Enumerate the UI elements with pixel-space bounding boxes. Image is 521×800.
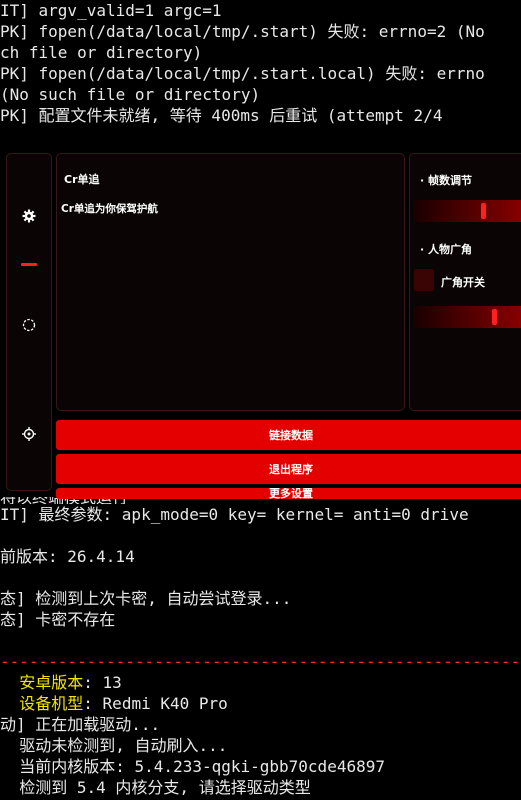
terminal-line: PK] fopen(/data/local/tmp/.start.local) … <box>0 64 485 83</box>
main-subtitle: Cr单追为你保驾护航 <box>61 203 158 215</box>
exit-program-button[interactable]: 退出程序 <box>56 454 521 484</box>
terminal-line-label: 安卓版本 <box>0 673 84 692</box>
terminal-line: IT] argv_valid=1 argc=1 <box>0 1 222 20</box>
terminal-line: PK] fopen(/data/local/tmp/.start) 失败: er… <box>0 22 485 41</box>
more-settings-button-label: 更多设置 <box>269 488 313 499</box>
terminal-line: PK] 配置文件未就绪, 等待 400ms 后重试 (attempt 2/4 <box>0 106 443 125</box>
wide-angle-section-title: · 人物广角 <box>420 243 473 256</box>
fps-section-title: · 帧数调节 <box>420 174 473 187</box>
wide-angle-slider[interactable] <box>414 306 521 328</box>
dashed-circle-icon <box>22 318 36 332</box>
sidebar-circle-button[interactable] <box>7 311 51 339</box>
terminal-line: 前版本: 26.4.14 <box>0 547 135 566</box>
sidebar-target-button[interactable] <box>7 420 51 448</box>
terminal-line-label: 设备机型 <box>0 694 84 713</box>
terminal-line: 动] 正在加载驱动... <box>0 715 161 734</box>
wide-angle-toggle-label: 广角开关 <box>441 276 485 289</box>
main-title: Cr单追 <box>64 173 100 186</box>
fps-slider-handle[interactable] <box>481 203 487 219</box>
sidebar-active-indicator[interactable] <box>7 250 51 278</box>
wide-angle-toggle[interactable] <box>414 269 434 291</box>
terminal-line: 安卓版本: 13 <box>0 672 521 693</box>
menu-sidebar <box>6 153 52 491</box>
wide-angle-slider-handle[interactable] <box>491 309 497 325</box>
terminal-line: (No such file or directory) <box>0 85 261 104</box>
crosshair-icon <box>22 427 36 441</box>
terminal-output-top: IT] argv_valid=1 argc=1 PK] fopen(/data/l… <box>0 0 521 126</box>
more-settings-button[interactable]: 更多设置 <box>56 488 521 499</box>
sidebar-settings-button[interactable] <box>7 202 51 230</box>
terminal-line: ----------------------------------------… <box>0 652 521 671</box>
terminal-line: 设备机型: Redmi K40 Pro <box>0 693 521 714</box>
main-info-panel: Cr单追 Cr单追为你保驾护航 <box>56 153 405 411</box>
terminal-line: 态] 卡密不存在 <box>0 610 116 629</box>
terminal-line: ch file or directory) <box>0 43 203 62</box>
terminal-line: 检测到 5.4 内核分支, 请选择驱动类型 <box>0 778 311 797</box>
gear-icon <box>22 209 36 223</box>
terminal-output-bottom: 将以终端模式运行IT] 最终参数: apk_mode=0 key= kernel… <box>0 496 521 798</box>
connect-data-button[interactable]: 链接数据 <box>56 420 521 450</box>
terminal-line: 驱动未检测到, 自动刷入... <box>0 736 228 755</box>
terminal-line: IT] 最终参数: apk_mode=0 key= kernel= anti=0… <box>0 505 469 524</box>
terminal-line: 当前内核版本: 5.4.233-qgki-gbb70cde46897 <box>0 757 385 776</box>
terminal-line-value: : Redmi K40 Pro <box>83 694 228 713</box>
terminal-line: 态] 检测到上次卡密, 自动尝试登录... <box>0 589 292 608</box>
settings-panel: · 帧数调节 · 人物广角 广角开关 <box>409 153 521 411</box>
cheat-menu-overlay: Cr单追 Cr单追为你保驾护航 · 帧数调节 · 人物广角 广角开关 链接数据 … <box>0 145 521 499</box>
minus-icon <box>21 262 37 266</box>
fps-slider[interactable] <box>414 200 521 222</box>
terminal-line-value: : 13 <box>83 673 122 692</box>
